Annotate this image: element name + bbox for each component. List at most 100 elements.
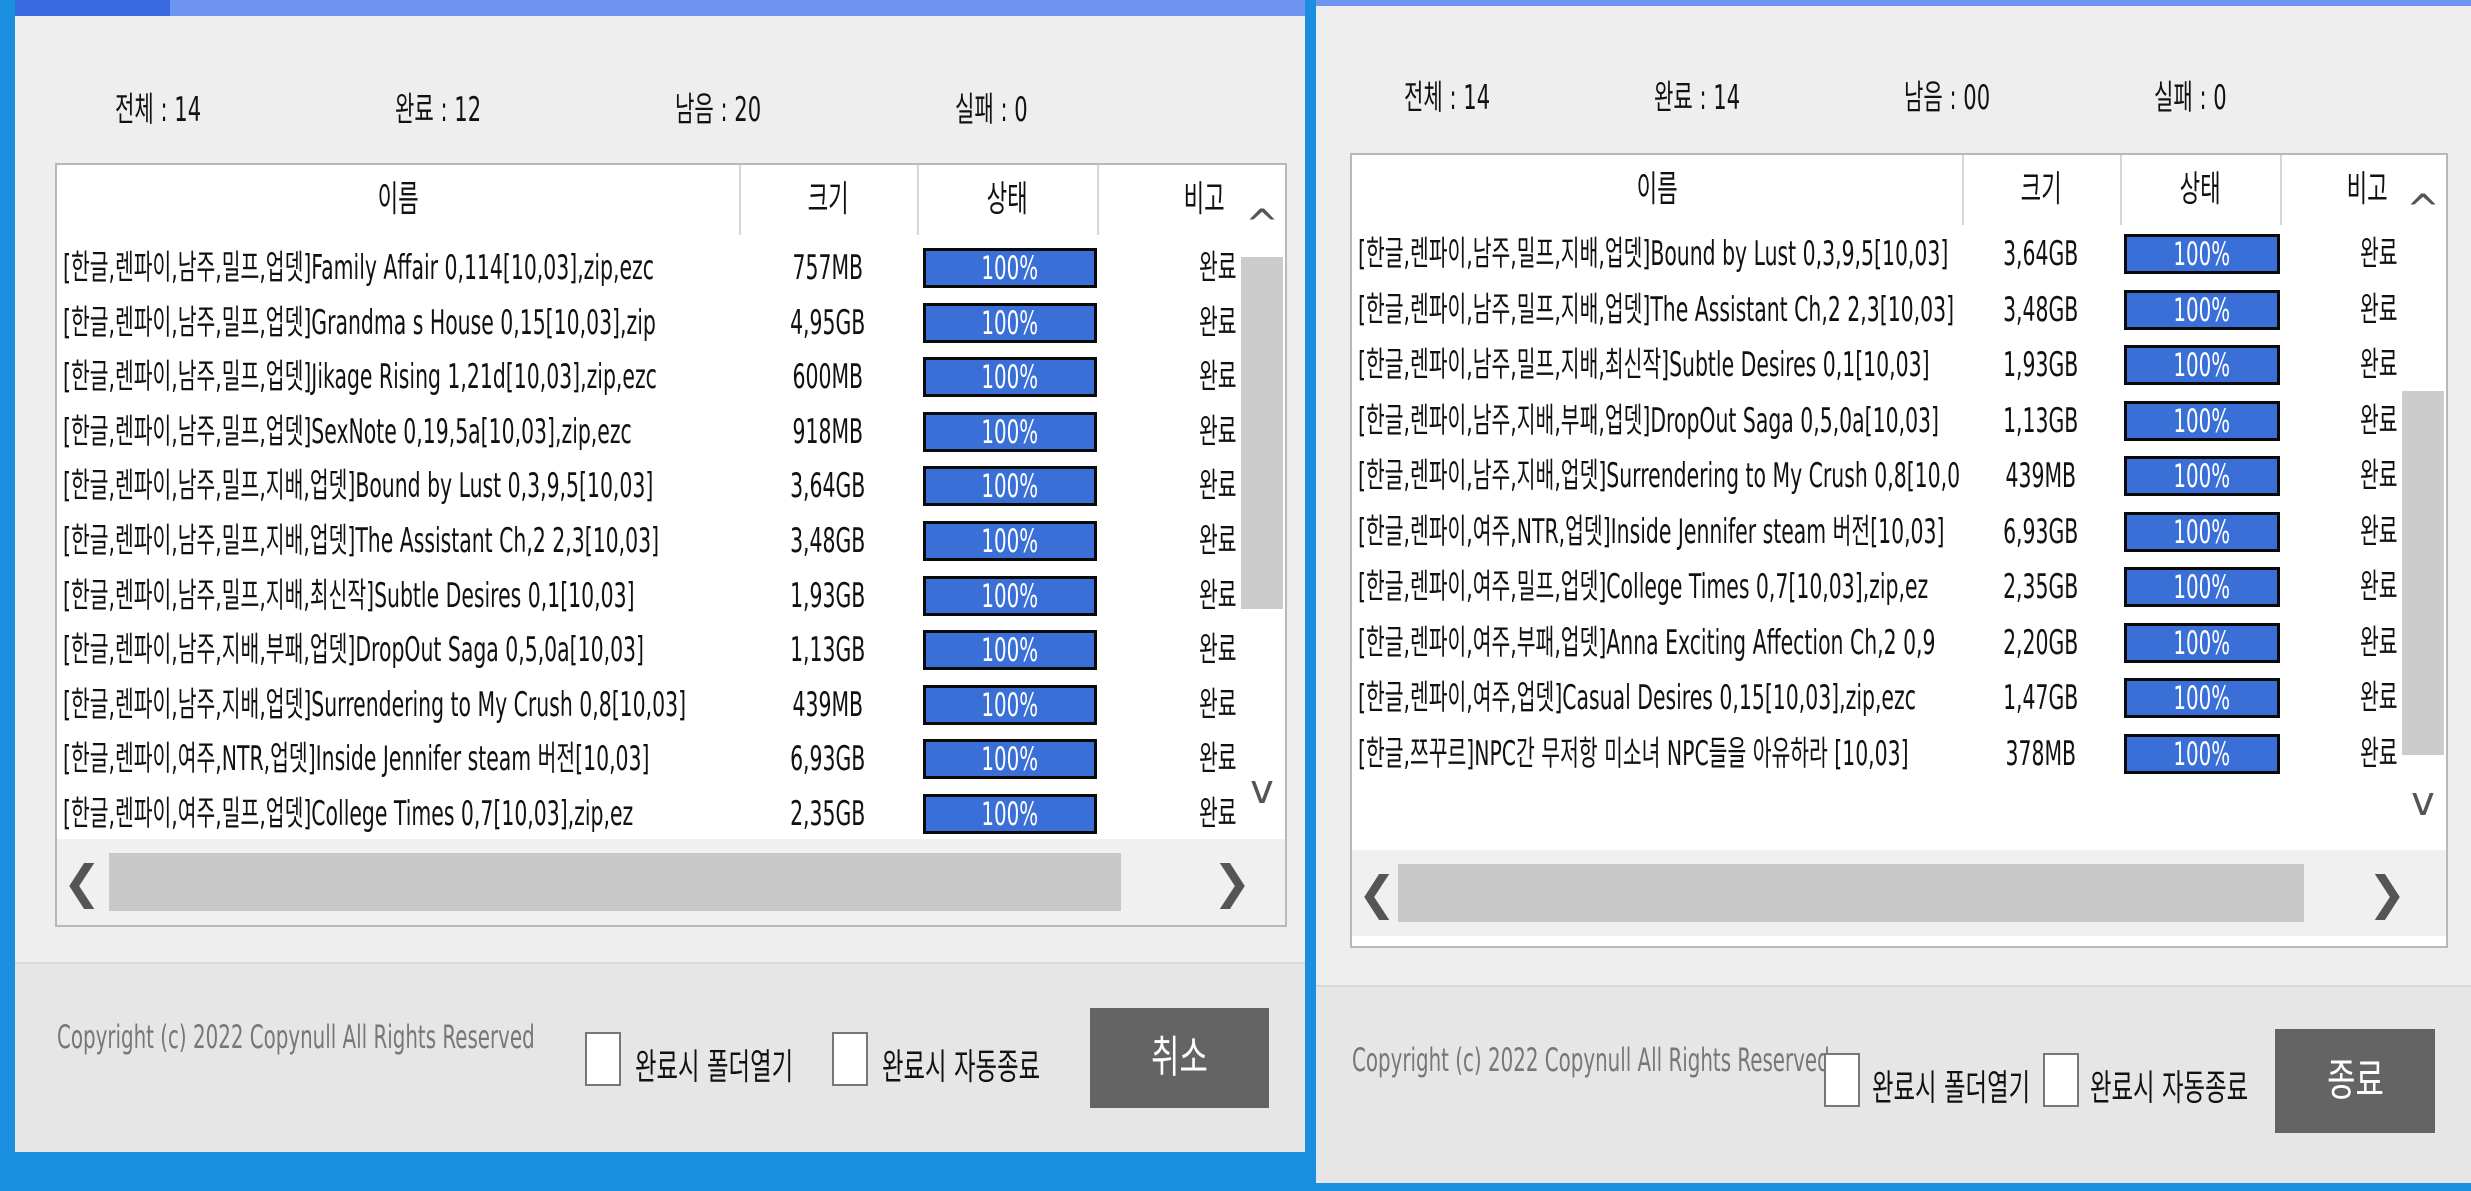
status-progress-text: 100% [981, 467, 1039, 506]
horizontal-scrollbar[interactable]: ❮ ❯ [57, 839, 1285, 925]
auto-exit-checkbox[interactable] [832, 1032, 868, 1086]
auto-exit-label[interactable]: 완료시 자동종료 [2090, 1059, 2248, 1111]
file-note: 완료 [2360, 511, 2398, 552]
auto-exit-checkbox[interactable] [2043, 1053, 2079, 1107]
window-top-edge [1316, 0, 2471, 6]
file-size: 2,35GB [790, 794, 866, 834]
column-divider[interactable] [917, 165, 919, 235]
scroll-up-arrow[interactable]: ^ [1237, 200, 1285, 250]
footer: Copyright (c) 2022 Copynull All Rights R… [1316, 985, 2471, 1183]
file-name: [한글,렌파이,여주,부패,업뎃]Anna Exciting Affection… [1358, 622, 1936, 663]
file-list[interactable]: 이름 크기 상태 비고 [한글,렌파이,남주,밀프,업뎃]Family Affa… [55, 163, 1287, 927]
file-name: [한글,쯔꾸르]NPC간 무저항 미소녀 NPC들을 아유하라 [10,03] [1358, 733, 1909, 774]
horizontal-scroll-thumb[interactable] [109, 853, 1121, 911]
list-item[interactable]: [한글,렌파이,여주,부패,업뎃]Anna Exciting Affection… [1352, 616, 2398, 670]
cancel-button[interactable]: 취소 [1090, 1008, 1269, 1108]
status-progress-bar: 100% [2124, 289, 2280, 330]
list-item[interactable]: [한글,렌파이,남주,밀프,지배,업뎃]The Assistant Ch,2 2… [57, 514, 1237, 568]
column-header-name[interactable]: 이름 [1352, 155, 1962, 225]
file-name: [한글,렌파이,남주,밀프,지배,최신작]Subtle Desires 0,1[… [63, 575, 635, 616]
scroll-right-arrow[interactable]: ❯ [2362, 850, 2412, 936]
scroll-right-arrow[interactable]: ❯ [1207, 839, 1257, 925]
column-header-size[interactable]: 크기 [1962, 155, 2120, 225]
copyright-text: Copyright (c) 2022 Copynull All Rights R… [1352, 1041, 1830, 1079]
open-folder-checkbox[interactable] [585, 1032, 621, 1086]
list-item[interactable]: [한글,렌파이,남주,밀프,업뎃]Jikage Rising 1,21d[10,… [57, 350, 1237, 404]
column-divider[interactable] [1962, 155, 1964, 225]
list-item[interactable]: [한글,렌파이,여주,업뎃]Casual Desires 0,15[10,03]… [1352, 671, 2398, 725]
column-header-name[interactable]: 이름 [57, 165, 739, 235]
list-item[interactable]: [한글,렌파이,남주,지배,업뎃]Surrendering to My Crus… [57, 678, 1237, 732]
list-item[interactable]: [한글,렌파이,남주,밀프,지배,업뎃]The Assistant Ch,2 2… [1352, 283, 2398, 337]
file-size: 2,20GB [2003, 622, 2079, 663]
status-progress-text: 100% [2173, 679, 2231, 717]
status-progress-text: 100% [2173, 734, 2231, 773]
list-item[interactable]: [한글,쯔꾸르]NPC간 무저항 미소녀 NPC들을 아유하라 [10,03] 3… [1352, 727, 2398, 781]
stats-bar: 전체 : 14 완료 : 12 남음 : 20 실패 : 0 [15, 82, 1305, 142]
file-size: 918MB [792, 411, 864, 452]
list-item[interactable]: [한글,렌파이,여주,NTR,업뎃]Inside Jennifer steam … [1352, 505, 2398, 559]
status-progress-bar: 100% [923, 739, 1097, 780]
file-name: [한글,렌파이,남주,지배,업뎃]Surrendering to My Crus… [63, 684, 687, 725]
status-progress-bar: 100% [2124, 511, 2280, 552]
file-note: 완료 [2360, 733, 2398, 774]
list-item[interactable]: [한글,렌파이,남주,지배,업뎃]Surrendering to My Crus… [1352, 449, 2398, 503]
column-divider[interactable] [2120, 155, 2122, 225]
vertical-scroll-thumb[interactable] [2402, 391, 2444, 755]
file-note: 완료 [1199, 357, 1237, 398]
column-header-status[interactable]: 상태 [2120, 155, 2280, 225]
file-size: 4,95GB [790, 302, 866, 343]
status-progress-text: 100% [2173, 512, 2231, 551]
copyright-text: Copyright (c) 2022 Copynull All Rights R… [57, 1018, 535, 1056]
list-item[interactable]: [한글,렌파이,여주,NTR,업뎃]Inside Jennifer steam … [57, 732, 1237, 786]
list-item[interactable]: [한글,렌파이,남주,밀프,업뎃]Family Affair 0,114[10,… [57, 241, 1237, 295]
open-folder-label[interactable]: 완료시 폴더열기 [635, 1038, 793, 1090]
horizontal-scroll-thumb[interactable] [1398, 864, 2304, 922]
list-item[interactable]: [한글,렌파이,남주,밀프,업뎃]Grandma s House 0,15[10… [57, 296, 1237, 350]
vertical-scroll-thumb[interactable] [1241, 257, 1283, 609]
list-item[interactable]: [한글,렌파이,여주,밀프,업뎃]College Times 0,7[10,03… [57, 787, 1237, 841]
download-window-right: 전체 : 14 완료 : 14 남음 : 00 실패 : 0 이름 크기 상태 … [1316, 0, 2471, 1183]
vertical-scrollbar[interactable]: ^ v [2398, 155, 2446, 850]
column-divider[interactable] [2280, 155, 2282, 225]
list-item[interactable]: [한글,렌파이,남주,지배,부패,업뎃]DropOut Saga 0,5,0a[… [57, 623, 1237, 677]
file-name: [한글,렌파이,여주,밀프,업뎃]College Times 0,7[10,03… [1358, 567, 1929, 607]
file-note: 완료 [1199, 411, 1237, 452]
list-item[interactable]: [한글,렌파이,남주,밀프,지배,업뎃]Bound by Lust 0,3,9,… [1352, 227, 2398, 281]
open-folder-checkbox[interactable] [1824, 1053, 1860, 1107]
file-note: 완료 [2360, 400, 2398, 441]
horizontal-scrollbar[interactable]: ❮ ❯ [1352, 850, 2446, 936]
file-note: 완료 [2360, 456, 2398, 496]
list-item[interactable]: [한글,렌파이,남주,밀프,업뎃]SexNote 0,19,5a[10,03],… [57, 405, 1237, 459]
status-progress-text: 100% [981, 303, 1039, 342]
open-folder-label[interactable]: 완료시 폴더열기 [1872, 1059, 2030, 1111]
list-item[interactable]: [한글,렌파이,남주,밀프,지배,최신작]Subtle Desires 0,1[… [57, 569, 1237, 623]
column-header-size[interactable]: 크기 [739, 165, 917, 235]
vertical-scrollbar[interactable]: ^ v [1237, 165, 1285, 841]
exit-button[interactable]: 종료 [2275, 1029, 2435, 1133]
file-note: 완료 [2360, 622, 2398, 663]
auto-exit-label[interactable]: 완료시 자동종료 [882, 1038, 1040, 1090]
scroll-left-arrow[interactable]: ❮ [57, 839, 107, 925]
list-item[interactable]: [한글,렌파이,여주,밀프,업뎃]College Times 0,7[10,03… [1352, 560, 2398, 614]
list-item[interactable]: [한글,렌파이,남주,지배,부패,업뎃]DropOut Saga 0,5,0a[… [1352, 394, 2398, 448]
list-item[interactable]: [한글,렌파이,남주,밀프,지배,업뎃]Bound by Lust 0,3,9,… [57, 459, 1237, 513]
list-item[interactable]: [한글,렌파이,남주,밀프,지배,최신작]Subtle Desires 0,1[… [1352, 338, 2398, 392]
column-divider[interactable] [739, 165, 741, 235]
column-divider[interactable] [1097, 165, 1099, 235]
column-header-note[interactable]: 비고 [1097, 165, 1237, 235]
file-name: [한글,렌파이,남주,밀프,업뎃]SexNote 0,19,5a[10,03],… [63, 411, 632, 452]
file-size: 1,13GB [790, 630, 866, 671]
scroll-left-arrow[interactable]: ❮ [1352, 850, 1402, 936]
file-note: 완료 [1199, 630, 1237, 671]
file-note: 완료 [1199, 739, 1237, 780]
file-size: 439MB [792, 684, 864, 725]
file-list[interactable]: 이름 크기 상태 비고 [한글,렌파이,남주,밀프,지배,업뎃]Bound by… [1350, 153, 2448, 948]
scroll-down-arrow[interactable]: v [1237, 765, 1285, 815]
scroll-up-arrow[interactable]: ^ [2398, 185, 2446, 235]
scroll-down-arrow[interactable]: v [2398, 777, 2446, 827]
footer: Copyright (c) 2022 Copynull All Rights R… [15, 962, 1305, 1152]
column-header-status[interactable]: 상태 [917, 165, 1097, 235]
column-header-note[interactable]: 비고 [2280, 155, 2400, 225]
file-note: 완료 [1199, 794, 1237, 834]
